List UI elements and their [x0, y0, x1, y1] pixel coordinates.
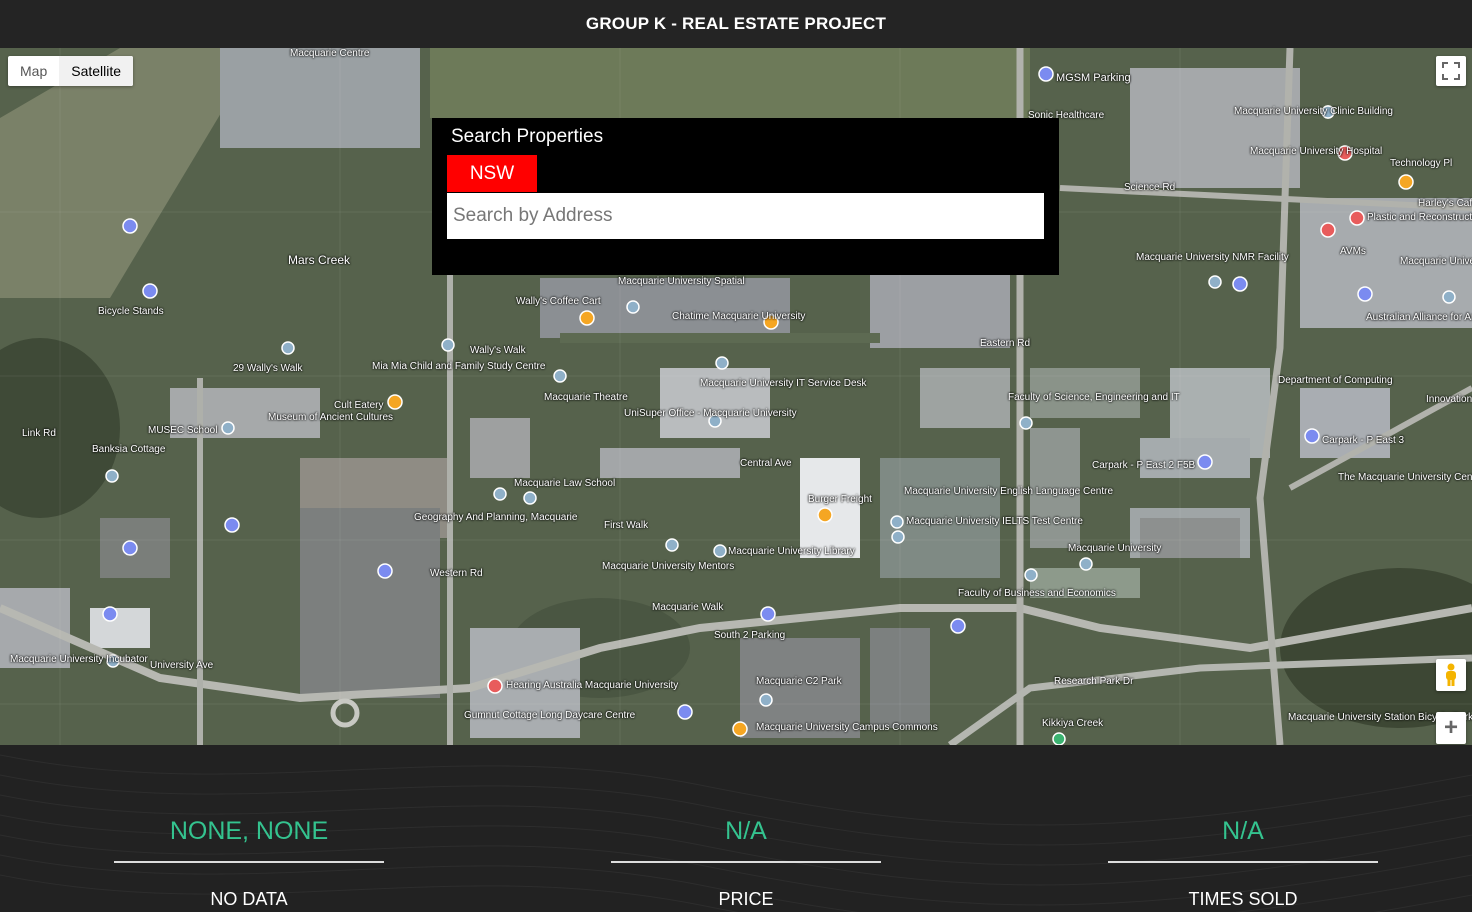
map-label: Plastic and Reconstructive Surgery [1367, 212, 1472, 223]
app-header: GROUP K - REAL ESTATE PROJECT [0, 0, 1472, 48]
map-type-satellite-button[interactable]: Satellite [59, 56, 134, 86]
map-label: MGSM Parking [1056, 72, 1131, 84]
map-label: Macquarie University Campus Commons [756, 722, 938, 733]
map-label: Macquarie Centre [290, 48, 370, 59]
stat-label: NO DATA [210, 889, 288, 909]
fullscreen-icon [1442, 62, 1460, 80]
map-label: Australian Alliance for Artificial Intel… [1366, 312, 1472, 323]
map-label: The Macquarie University Centre for [1338, 472, 1472, 483]
address-search-input[interactable] [447, 193, 1044, 239]
map-label: First Walk [604, 520, 649, 531]
map-label: UniSuper Office - Macquarie University [624, 408, 797, 419]
map-label: Geography And Planning, Macquarie [414, 512, 578, 523]
page-title: GROUP K - REAL ESTATE PROJECT [585, 14, 887, 33]
map-label: Harley's Cafe [1418, 198, 1472, 209]
divider [1108, 861, 1378, 863]
search-panel: Search Properties NSW [432, 118, 1059, 275]
map-label: Gumnut Cottage Long Daycare Centre [464, 710, 636, 721]
map-label: Burger Freight [808, 494, 872, 505]
map-label: Western Rd [430, 568, 483, 579]
map-label: Wally's Coffee Cart [516, 296, 601, 307]
fullscreen-button[interactable] [1436, 56, 1466, 86]
map-label: South 2 Parking [714, 630, 786, 641]
map-label: Macquarie University Clinic Building [1234, 106, 1393, 117]
map-label: Cult Eatery [334, 400, 384, 411]
map-label: Macquarie University Incubator [10, 654, 148, 665]
stats-section: NONE, NONE NO DATA N/A PRICE N/A TIMES S… [0, 745, 1472, 912]
map-type-map-button[interactable]: Map [8, 56, 59, 86]
map-label: Museum of Ancient Cultures [268, 412, 394, 423]
map-label: Eastern Rd [980, 338, 1031, 349]
map-label: Macquarie Law School [514, 478, 616, 489]
map-label: Chatime Macquarie University [672, 311, 806, 322]
map-label: 29 Wally's Walk [233, 363, 303, 374]
map-label: Macquarie University IELTS Test Centre [906, 516, 1083, 527]
map-label: Link Rd [22, 428, 56, 439]
map-label: Macquarie University Spatial [618, 276, 745, 287]
map-label: Faculty of Business and Economics [958, 588, 1116, 599]
stat-label: PRICE [718, 889, 774, 909]
map-label: Macquarie University Mentors [602, 561, 735, 572]
map-label: Faculty of Science, Engineering and IT [1008, 392, 1180, 403]
map-label: Macquarie University IT Service Desk [700, 378, 867, 389]
map-label: Mars Creek [288, 253, 351, 267]
map-label: Carpark - P East 3 [1322, 435, 1405, 446]
street-view-button[interactable] [1436, 659, 1466, 691]
map-label: Macquarie University [1068, 543, 1162, 554]
map-label: Science Rd [1124, 182, 1176, 193]
map-label: Macquarie Walk [652, 602, 724, 613]
map-label: Macquarie University Library [728, 546, 855, 557]
zoom-in-button[interactable]: + [1436, 712, 1466, 744]
map-label: Macquarie University Info [1400, 256, 1472, 267]
map-label: Carpark - P East 2 F5B [1092, 460, 1196, 471]
divider [114, 861, 384, 863]
map-label: Macquarie C2 Park [756, 676, 842, 687]
stat-value: N/A [725, 817, 767, 845]
pegman-icon [1446, 663, 1456, 686]
stat-label: TIMES SOLD [1188, 889, 1298, 909]
map-label: MUSEC School [148, 425, 218, 436]
map-label: Innovation [1426, 394, 1472, 405]
map-label: University Ave [150, 660, 214, 671]
search-title: Search Properties [451, 126, 604, 147]
map-label: Technology Pl [1390, 158, 1453, 169]
map-type-control: Map Satellite [8, 56, 134, 86]
map-label: Department of Computing [1278, 375, 1393, 386]
map-label: Macquarie Theatre [544, 392, 628, 403]
stat-value: N/A [1222, 817, 1264, 845]
map-label: Bicycle Stands [98, 306, 164, 317]
state-button[interactable]: NSW [447, 155, 537, 192]
map-label: AVMs [1340, 246, 1366, 257]
map-label: Mia Mia Child and Family Study Centre [372, 361, 546, 372]
map-label: Macquarie University NMR Facility [1136, 252, 1289, 263]
divider [611, 861, 881, 863]
stat-value: NONE, NONE [169, 817, 329, 845]
map-label: Macquarie University English Language Ce… [904, 486, 1114, 497]
map-label: Banksia Cottage [92, 444, 166, 455]
map-label: Hearing Australia Macquarie University [506, 680, 679, 691]
map-label: Macquarie University Hospital [1250, 146, 1383, 157]
map-label: Research Park Dr [1054, 676, 1134, 687]
map-label: Wally's Walk [470, 345, 526, 356]
map-label: Kikkiya Creek [1042, 718, 1104, 729]
map-label: Central Ave [740, 458, 792, 469]
